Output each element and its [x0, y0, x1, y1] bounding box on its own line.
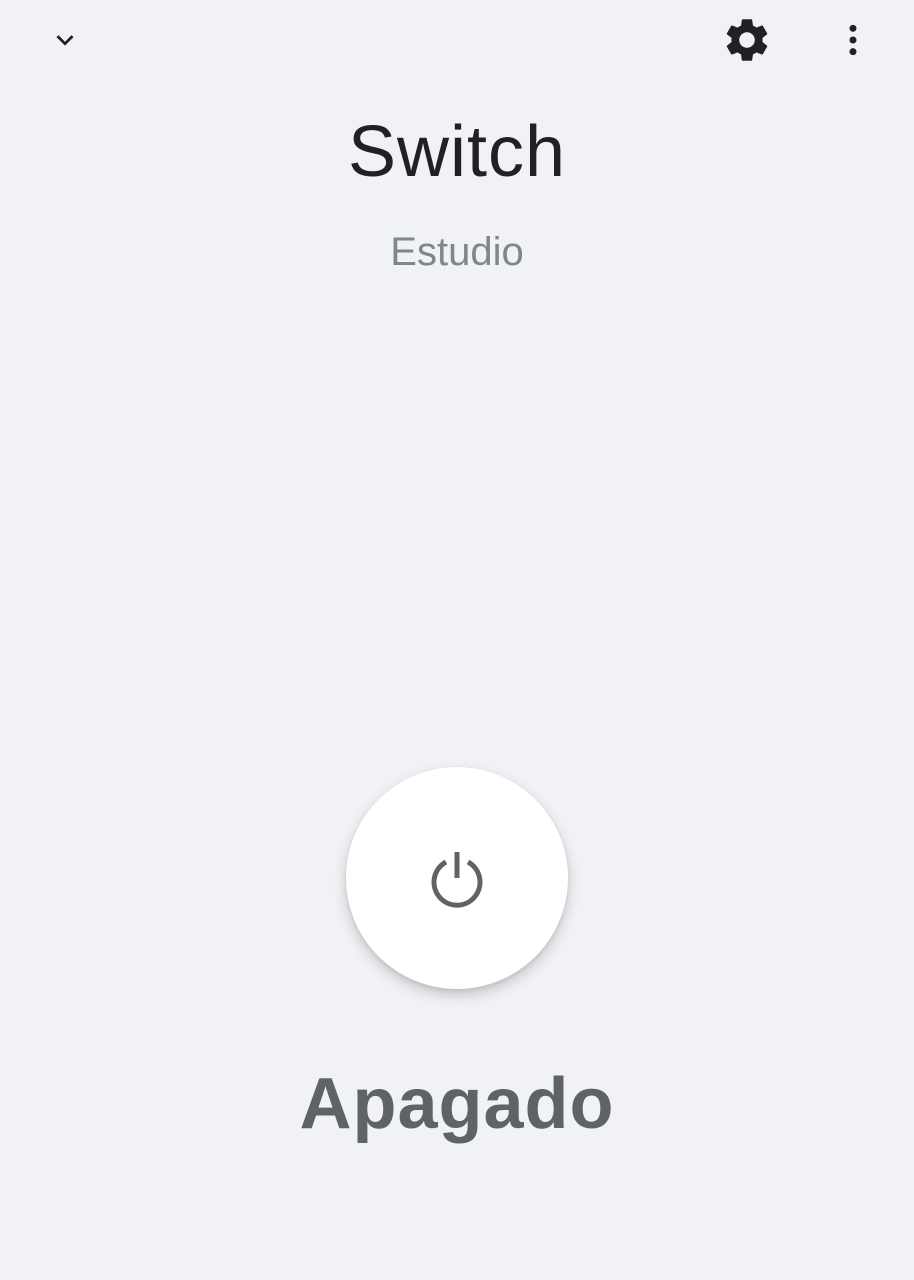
chevron-down-icon — [56, 35, 74, 46]
power-toggle-button[interactable] — [346, 767, 568, 989]
power-icon — [431, 852, 483, 908]
gear-icon — [726, 19, 768, 61]
device-control-screen: Switch Estudio Apagado — [0, 0, 914, 1280]
more-vert-icon — [849, 24, 857, 56]
device-name: Switch — [347, 112, 567, 192]
room-name: Estudio — [390, 230, 524, 274]
device-state: Apagado — [299, 1064, 615, 1144]
settings-button[interactable] — [715, 8, 779, 72]
more-options-button[interactable] — [821, 8, 885, 72]
collapse-button[interactable] — [33, 8, 97, 72]
